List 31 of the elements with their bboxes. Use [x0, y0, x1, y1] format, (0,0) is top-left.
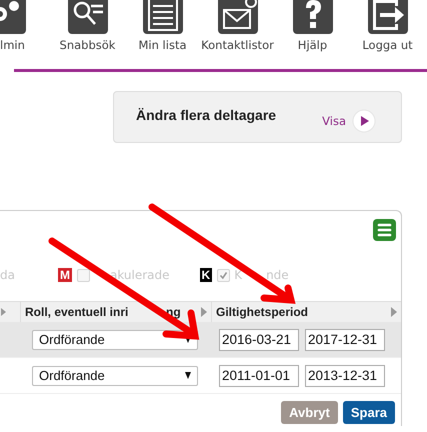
date-field[interactable]: 2017-12-31 — [305, 328, 385, 350]
nav-label[interactable]: lmin — [0, 38, 25, 52]
caret-icon — [185, 372, 191, 379]
date-field[interactable]: 2016-03-21 — [219, 328, 299, 350]
card-title: Ändra flera deltagare — [136, 107, 276, 123]
date-field[interactable]: 2013-12-31 — [305, 364, 385, 386]
nav-label[interactable]: Min lista — [138, 38, 186, 52]
nav-label[interactable]: Kontaktlistor — [201, 38, 274, 52]
status-badge: K — [200, 268, 212, 282]
role-dropdown[interactable]: Ordförande — [32, 366, 198, 386]
help-icon[interactable] — [292, 0, 332, 34]
table-row[interactable]: Ordförande 2016-03-21 2017-12-31 — [0, 322, 401, 358]
column-header[interactable]: Roll, eventuell inri — [25, 305, 165, 319]
envelope-icon[interactable] — [218, 0, 258, 34]
nav-label[interactable]: Snabbsök — [60, 38, 116, 52]
checkbox[interactable] — [76, 268, 90, 282]
date-field[interactable]: 2011-01-01 — [219, 364, 299, 386]
role-dropdown[interactable]: Ordförande — [32, 330, 198, 350]
status-badge: M — [58, 268, 72, 282]
save-button[interactable]: Spara — [342, 401, 395, 424]
menu-icon[interactable] — [373, 219, 396, 241]
logout-icon[interactable] — [368, 0, 408, 34]
list-icon[interactable] — [142, 0, 182, 34]
column-header[interactable]: Giltighetsperiod — [216, 305, 308, 319]
show-link[interactable]: Visa — [322, 114, 346, 128]
nav-label[interactable]: Hjälp — [298, 38, 328, 52]
play-icon[interactable] — [352, 109, 376, 133]
search-icon[interactable] — [68, 0, 108, 34]
checkbox[interactable] — [217, 268, 230, 282]
nav-label[interactable]: Logga ut — [362, 38, 413, 52]
caret-icon — [185, 336, 191, 343]
